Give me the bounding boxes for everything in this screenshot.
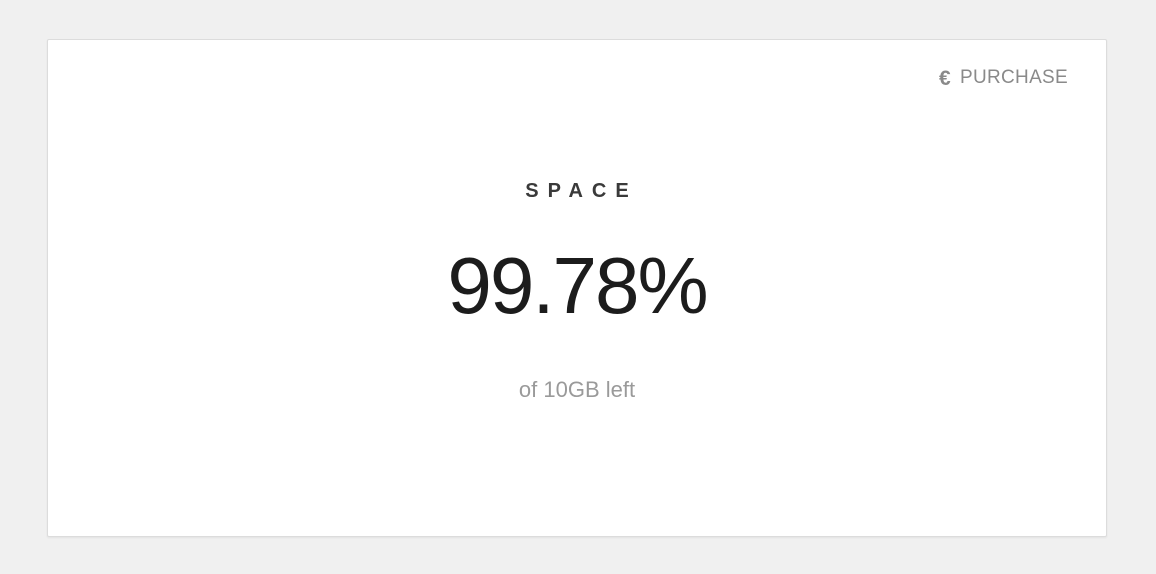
euro-icon: €: [939, 66, 952, 90]
storage-card: € PURCHASE SPACE 99.78% of 10GB left: [47, 39, 1107, 537]
purchase-button[interactable]: € PURCHASE: [939, 67, 1068, 89]
space-percentage: 99.78%: [447, 241, 708, 330]
space-subtitle: of 10GB left: [518, 377, 636, 402]
purchase-label: PURCHASE: [960, 67, 1068, 88]
card-title: SPACE: [525, 180, 638, 202]
